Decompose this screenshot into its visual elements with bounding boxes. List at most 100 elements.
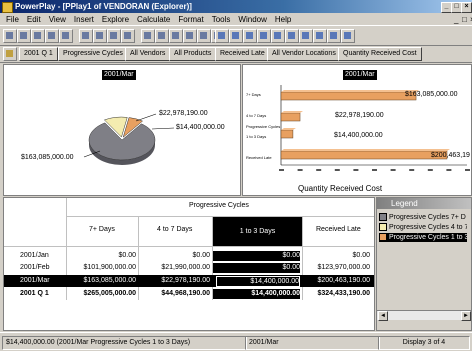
open-icon[interactable]	[17, 29, 31, 43]
crosstab-cell[interactable]: $21,990,000.00	[144, 263, 210, 273]
bar-x-tick-1	[297, 169, 303, 171]
dimension-measure-button[interactable]: Quantity Received Cost	[338, 47, 422, 61]
dimension-vendors-button[interactable]: All Vendors	[125, 47, 171, 61]
undo-icon[interactable]	[121, 29, 135, 43]
bar-1[interactable]	[280, 112, 301, 122]
bar-label-4to7: $22,978,190.00	[335, 112, 384, 119]
bar-category-group: Progressive Cycles	[246, 124, 281, 129]
pie-leader-line-1	[151, 127, 175, 130]
menu-format[interactable]: Format	[178, 15, 203, 24]
legend-title: Legend	[377, 198, 471, 209]
menu-explore[interactable]: Explore	[102, 15, 129, 24]
bar-top-1	[281, 111, 304, 113]
crosstab-cell[interactable]: $0.00	[144, 251, 210, 261]
dimension-line: 2001 Q 1 Progressive Cycles All Vendors …	[0, 45, 472, 63]
new-icon[interactable]	[3, 29, 17, 43]
paste-icon[interactable]	[107, 29, 121, 43]
save-icon[interactable]	[31, 29, 45, 43]
chart-pie-icon[interactable]	[215, 29, 229, 43]
copy-icon[interactable]	[93, 29, 107, 43]
bar-label-7plus: $163,085,000.00	[405, 91, 458, 98]
dimension-received-late-button[interactable]: Received Late	[215, 47, 270, 61]
crosstab-icon[interactable]	[327, 29, 341, 43]
crosstab-cell[interactable]: $0.00	[70, 251, 136, 261]
sort-icon[interactable]	[197, 29, 211, 43]
chart-area-icon[interactable]	[271, 29, 285, 43]
dimension-cycles-button[interactable]: Progressive Cycles	[58, 47, 128, 61]
crosstab-cell[interactable]: $0.00	[213, 251, 300, 261]
legend-item[interactable]: Progressive Cycles 4 to 7	[379, 223, 467, 232]
crosstab-col-received-late[interactable]: Received Late	[316, 225, 361, 235]
dimension-locations-button[interactable]: All Vendor Locations	[267, 47, 341, 61]
chart-stack-icon[interactable]	[243, 29, 257, 43]
dimension-time-button[interactable]: 2001 Q 1	[19, 47, 58, 61]
menu-file[interactable]: File	[6, 15, 19, 24]
print-icon[interactable]	[45, 29, 59, 43]
crosstab-cell[interactable]: $0.00	[306, 251, 370, 261]
bar-0[interactable]	[280, 91, 417, 101]
chart-3d-icon[interactable]	[285, 29, 299, 43]
crosstab-cell[interactable]: $123,970,000.00	[306, 263, 370, 273]
menu-edit[interactable]: Edit	[27, 15, 41, 24]
menu-tools[interactable]: Tools	[212, 15, 231, 24]
bar-chart-xlabel: Quantity Received Cost	[298, 184, 383, 193]
bar-category-4to7: 4 to 7 Days	[246, 113, 267, 118]
toolbar	[0, 25, 472, 46]
drill-icon[interactable]	[183, 29, 197, 43]
pie-leader-line-0	[135, 113, 157, 122]
bar-top-0	[281, 90, 420, 92]
crosstab-row-label[interactable]: 2001/Mar	[20, 276, 50, 286]
bar-x-tick-4	[353, 169, 359, 171]
chart-bar-icon[interactable]	[229, 29, 243, 43]
app-icon[interactable]	[2, 2, 13, 13]
menu-window[interactable]: Window	[238, 15, 266, 24]
crosstab-cell[interactable]: $324,433,190.00	[306, 289, 370, 299]
bar-x-tick-3	[334, 169, 340, 171]
bar-2[interactable]	[280, 129, 294, 139]
crosstab-cell[interactable]: $14,400,000.00	[216, 276, 300, 287]
legend-swatch	[379, 233, 387, 242]
crosstab-cell[interactable]: $14,400,000.00	[213, 289, 300, 299]
crosstab-col-7plus[interactable]: 7+ Days	[89, 225, 115, 235]
bar-chart[interactable]	[243, 65, 471, 195]
reporter-icon[interactable]	[155, 29, 169, 43]
dimension-menu-icon[interactable]	[3, 47, 17, 61]
cut-icon[interactable]	[79, 29, 93, 43]
crosstab-cell[interactable]: $22,978,190.00	[144, 276, 210, 286]
scroll-left-icon[interactable]: ◄	[378, 311, 388, 321]
legend-item[interactable]: Progressive Cycles 7+ D	[379, 213, 467, 222]
crosstab-row-label[interactable]: 2001 Q 1	[20, 289, 49, 299]
crosstab-cell[interactable]: $265,005,000.00	[70, 289, 136, 299]
bar-3[interactable]	[280, 150, 448, 160]
crosstab-cell[interactable]: $200,463,190.00	[306, 276, 370, 286]
scroll-right-icon[interactable]: ►	[461, 311, 471, 321]
menu-help[interactable]: Help	[275, 15, 291, 24]
crosstab-pane: Progressive Cycles 7+ Days 4 to 7 Days 1…	[3, 197, 375, 331]
legend-label: Progressive Cycles 4 to 7	[389, 224, 467, 231]
bar-x-tick-2	[316, 169, 322, 171]
legend-scrollbar[interactable]: ◄ ►	[377, 310, 471, 321]
close-button[interactable]: ×	[461, 2, 472, 13]
swap-icon[interactable]	[169, 29, 183, 43]
preview-icon[interactable]	[59, 29, 73, 43]
crosstab-col-4to7[interactable]: 4 to 7 Days	[157, 225, 192, 235]
chart-scatter-icon[interactable]	[313, 29, 327, 43]
crosstab-row-label[interactable]: 2001/Feb	[20, 263, 50, 273]
crosstab-cell[interactable]: $44,968,190.00	[144, 289, 210, 299]
chart-line-icon[interactable]	[257, 29, 271, 43]
dimension-products-button[interactable]: All Products	[169, 47, 217, 61]
menu-calculate[interactable]: Calculate	[137, 15, 170, 24]
legend-item[interactable]: Progressive Cycles 1 to 3	[379, 233, 467, 242]
menu-view[interactable]: View	[49, 15, 66, 24]
crosstab-cell[interactable]: $0.00	[213, 263, 300, 273]
indent-icon[interactable]	[341, 29, 355, 43]
explorer-icon[interactable]	[141, 29, 155, 43]
crosstab-cell[interactable]: $101,900,000.00	[70, 263, 136, 273]
crosstab-cell[interactable]: $163,085,000.00	[70, 276, 136, 286]
crosstab-group-header[interactable]: Progressive Cycles	[189, 201, 249, 211]
chart-clustered-icon[interactable]	[299, 29, 313, 43]
crosstab-row-label[interactable]: 2001/Jan	[20, 251, 49, 261]
menu-insert[interactable]: Insert	[74, 15, 94, 24]
crosstab-col-1to3[interactable]: 1 to 3 Days	[213, 217, 302, 246]
legend-label: Progressive Cycles 7+ D	[389, 214, 466, 221]
